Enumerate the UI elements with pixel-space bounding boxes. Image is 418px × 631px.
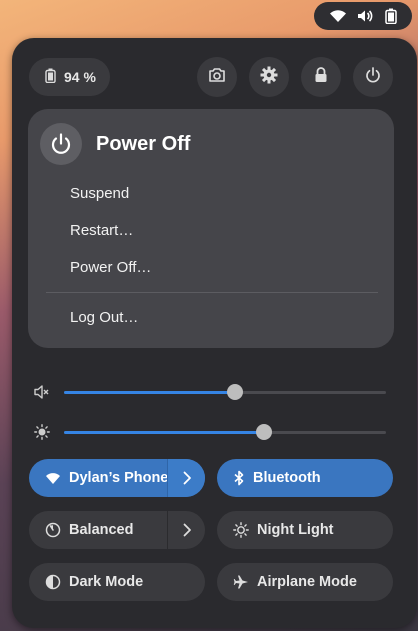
power-menu-button[interactable] <box>353 57 393 97</box>
camera-icon <box>208 67 226 88</box>
top-bar <box>0 0 418 32</box>
dark-mode-icon <box>45 574 61 590</box>
night-light-label: Night Light <box>257 522 334 538</box>
lock-button[interactable] <box>301 57 341 97</box>
brightness-slider[interactable] <box>64 431 386 434</box>
power-profile-toggle[interactable]: Balanced <box>29 511 205 549</box>
power-menu-title: Power Off <box>96 132 191 155</box>
dark-mode-toggle[interactable]: Dark Mode <box>29 563 205 601</box>
brightness-slider-handle[interactable] <box>256 424 272 440</box>
dark-mode-label: Dark Mode <box>69 574 144 590</box>
menu-item-log-out[interactable]: Log Out… <box>70 309 138 326</box>
power-menu-icon <box>40 123 82 165</box>
gear-icon <box>260 66 278 89</box>
brightness-slider-fill <box>64 431 264 434</box>
battery-percentage: 94 % <box>64 69 96 85</box>
night-light-icon <box>233 522 249 538</box>
settings-button[interactable] <box>249 57 289 97</box>
brightness-slider-row <box>34 420 388 444</box>
bluetooth-toggle-label: Bluetooth <box>253 470 321 486</box>
wifi-toggle[interactable]: Dylan’s Phone <box>29 459 205 497</box>
wifi-icon <box>329 9 347 23</box>
bluetooth-toggle[interactable]: Bluetooth <box>217 459 393 497</box>
wifi-toggle-label: Dylan’s Phone <box>69 470 169 486</box>
volume-icon <box>34 384 50 405</box>
lock-icon <box>314 66 328 88</box>
menu-item-power-off[interactable]: Power Off… <box>70 259 151 276</box>
battery-icon <box>45 68 56 86</box>
airplane-mode-label: Airplane Mode <box>257 574 357 590</box>
system-status-tray[interactable] <box>314 2 412 30</box>
wifi-icon <box>45 472 61 485</box>
brightness-icon <box>34 424 50 445</box>
airplane-mode-toggle[interactable]: Airplane Mode <box>217 563 393 601</box>
volume-icon <box>357 9 375 23</box>
volume-slider-handle[interactable] <box>227 384 243 400</box>
bluetooth-icon <box>233 470 245 486</box>
power-menu-header: Power Off <box>40 123 190 165</box>
volume-slider-fill <box>64 391 235 394</box>
power-profile-menu-arrow[interactable] <box>167 511 205 549</box>
volume-slider-row <box>34 380 388 404</box>
power-profile-icon <box>45 522 61 538</box>
wifi-menu-arrow[interactable] <box>167 459 205 497</box>
power-profile-label: Balanced <box>69 522 134 538</box>
battery-icon <box>385 8 397 24</box>
power-off-menu: Power Off Suspend Restart… Power Off… Lo… <box>28 109 394 348</box>
screenshot-button[interactable] <box>197 57 237 97</box>
power-icon <box>365 66 381 88</box>
battery-status-button[interactable]: 94 % <box>29 58 110 96</box>
menu-separator <box>46 292 378 293</box>
menu-item-restart[interactable]: Restart… <box>70 222 133 239</box>
menu-item-suspend[interactable]: Suspend <box>70 185 129 202</box>
volume-slider[interactable] <box>64 391 386 394</box>
airplane-icon <box>233 574 249 590</box>
night-light-toggle[interactable]: Night Light <box>217 511 393 549</box>
quick-settings-panel: 94 % Power Off Suspend Restart… Power Of… <box>12 38 417 628</box>
